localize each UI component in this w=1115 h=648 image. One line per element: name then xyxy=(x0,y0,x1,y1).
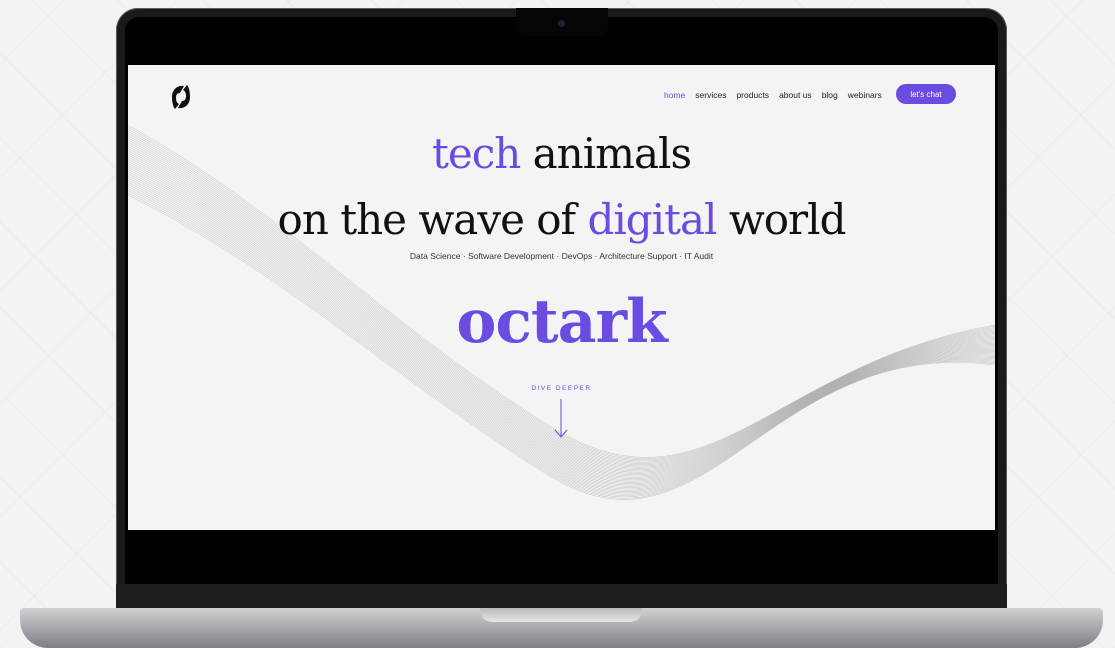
nav-item-blog[interactable]: blog xyxy=(822,90,838,100)
services-subtitle: Data Science · Software Development · De… xyxy=(409,251,714,261)
laptop-base-notch xyxy=(480,608,642,622)
headline-text-post: world xyxy=(716,195,847,244)
nav-item-home[interactable]: home xyxy=(664,90,685,100)
headline-text-pre: on the wave of xyxy=(277,195,588,244)
headline-accent-tech: tech xyxy=(431,129,521,178)
lets-chat-button[interactable]: let's chat xyxy=(896,84,956,104)
nav-item-services[interactable]: services xyxy=(695,90,726,100)
camera-icon xyxy=(558,20,565,27)
laptop-lid-bottom xyxy=(116,584,1007,610)
nav-item-about-us[interactable]: about us xyxy=(779,90,812,100)
headline-accent-digital: digital xyxy=(587,195,717,244)
octark-logo-icon[interactable] xyxy=(166,83,196,111)
nav-item-products[interactable]: products xyxy=(736,90,769,100)
dive-deeper-label[interactable]: DIVE DEEPER xyxy=(128,385,995,392)
nav-item-webinars[interactable]: webinars xyxy=(848,90,882,100)
arrow-down-icon[interactable] xyxy=(554,399,568,439)
brand-wordmark: octark xyxy=(456,287,667,357)
main-nav: home services products about us blog web… xyxy=(664,90,882,100)
hero-headline-line1: tech animals xyxy=(128,129,995,178)
headline-text-animals: animals xyxy=(520,129,692,178)
website-screen: home services products about us blog web… xyxy=(128,65,995,530)
hero-headline-line2: on the wave of digital world xyxy=(128,195,995,244)
